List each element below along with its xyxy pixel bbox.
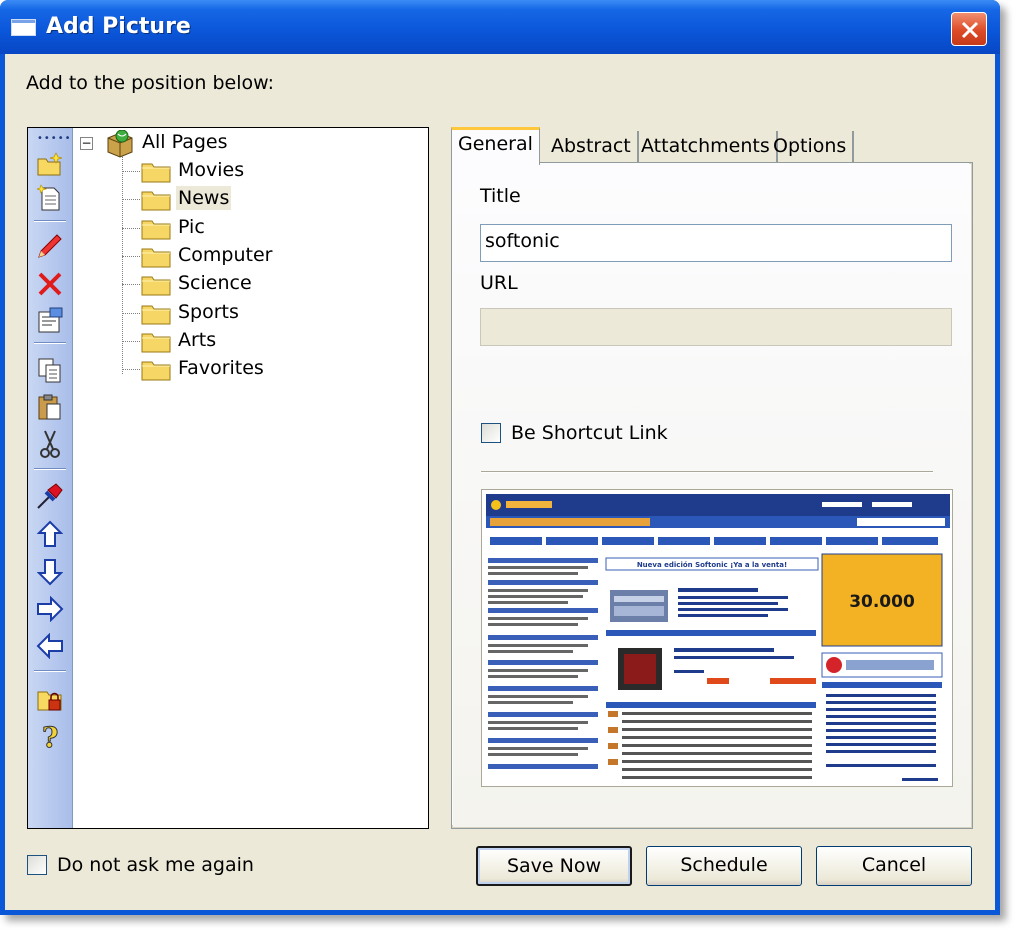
separator: [481, 471, 933, 473]
folder-icon: [141, 305, 171, 325]
tree-panel: ••••• ? − All Pages Movies News Pic Comp…: [27, 127, 429, 829]
tree-node-label: Sports: [178, 301, 239, 323]
folder-icon: [141, 220, 171, 240]
schedule-button[interactable]: Schedule: [646, 846, 802, 886]
folder-icon: [141, 333, 171, 353]
url-label: URL: [480, 272, 518, 294]
paste-icon[interactable]: [34, 391, 66, 423]
title-field[interactable]: softonic: [480, 224, 952, 262]
lock-icon[interactable]: [34, 683, 66, 715]
svg-text:?: ?: [42, 721, 58, 751]
tree-node-label: Arts: [178, 329, 217, 351]
tree-node-label: Favorites: [178, 357, 264, 379]
copy-icon[interactable]: [34, 354, 66, 386]
window-title: Add Picture: [46, 14, 191, 39]
toolbar-grip[interactable]: •••••: [37, 133, 72, 144]
pin-icon[interactable]: [34, 480, 66, 512]
tree-node-label: Science: [178, 272, 252, 294]
tree-root-label[interactable]: All Pages: [142, 131, 228, 153]
toolbar-separator: [34, 342, 66, 344]
checkbox-box[interactable]: [27, 855, 47, 875]
close-button[interactable]: [951, 12, 987, 46]
tree-node-label: Pic: [178, 216, 205, 238]
folder-icon: [141, 191, 171, 211]
checkbox-box[interactable]: [481, 423, 501, 443]
tree-node-label: News: [176, 186, 232, 210]
toolbar-separator: [34, 670, 66, 672]
tab-abstract[interactable]: Abstract: [545, 131, 639, 164]
position-prompt: Add to the position below:: [26, 72, 275, 94]
collapse-toggle[interactable]: −: [80, 137, 93, 150]
cancel-button[interactable]: Cancel: [816, 846, 972, 886]
page-tree[interactable]: − All Pages Movies News Pic Computer Sci…: [74, 128, 428, 828]
new-folder-icon[interactable]: [34, 148, 66, 180]
url-field[interactable]: [480, 308, 952, 346]
move-up-icon[interactable]: [34, 518, 66, 550]
preview-counter: 30.000: [849, 592, 915, 612]
save-now-button[interactable]: Save Now: [476, 846, 632, 886]
dont-ask-again-label: Do not ask me again: [57, 854, 254, 876]
cut-icon[interactable]: [34, 428, 66, 460]
outdent-icon[interactable]: [34, 630, 66, 662]
all-pages-icon: [104, 129, 136, 162]
general-tab-page: Title softonic URL Be Shortcut Link Nuev…: [451, 162, 973, 829]
properties-icon[interactable]: [34, 304, 66, 336]
dont-ask-again-checkbox[interactable]: Do not ask me again: [27, 854, 254, 876]
new-page-icon[interactable]: [34, 182, 66, 214]
move-down-icon[interactable]: [34, 556, 66, 588]
edit-icon[interactable]: [34, 231, 66, 263]
indent-icon[interactable]: [34, 593, 66, 625]
picture-preview: Nueva edición Softonic ¡Ya a la venta! 3…: [481, 489, 953, 787]
tab-attatchments[interactable]: Attatchments: [635, 131, 778, 164]
folder-icon: [141, 163, 171, 183]
title-bar[interactable]: Add Picture: [0, 0, 1000, 54]
toolbar-separator: [34, 468, 66, 470]
title-label: Title: [480, 185, 521, 207]
webpage-thumbnail: Nueva edición Softonic ¡Ya a la venta! 3…: [482, 490, 952, 786]
help-icon[interactable]: ?: [34, 720, 66, 752]
tree-node-label: Computer: [178, 244, 273, 266]
preview-banner: Nueva edición Softonic ¡Ya a la venta!: [637, 561, 787, 569]
tab-options[interactable]: Options: [767, 131, 855, 164]
delete-icon[interactable]: [34, 268, 66, 300]
shortcut-link-label: Be Shortcut Link: [511, 422, 668, 444]
folder-icon: [141, 248, 171, 268]
close-icon: [961, 21, 979, 39]
shortcut-link-checkbox[interactable]: Be Shortcut Link: [481, 422, 668, 444]
tree-node-label: Movies: [178, 159, 245, 181]
dialog-body: Add to the position below: ••••• ? − All…: [5, 54, 995, 910]
folder-icon: [141, 361, 171, 381]
add-picture-dialog: Add Picture Add to the position below: •…: [0, 0, 1000, 915]
side-toolbar: ••••• ?: [28, 128, 73, 828]
toolbar-separator: [34, 220, 66, 222]
folder-icon: [141, 276, 171, 296]
tab-general[interactable]: General: [451, 127, 540, 165]
window-icon: [11, 19, 36, 36]
